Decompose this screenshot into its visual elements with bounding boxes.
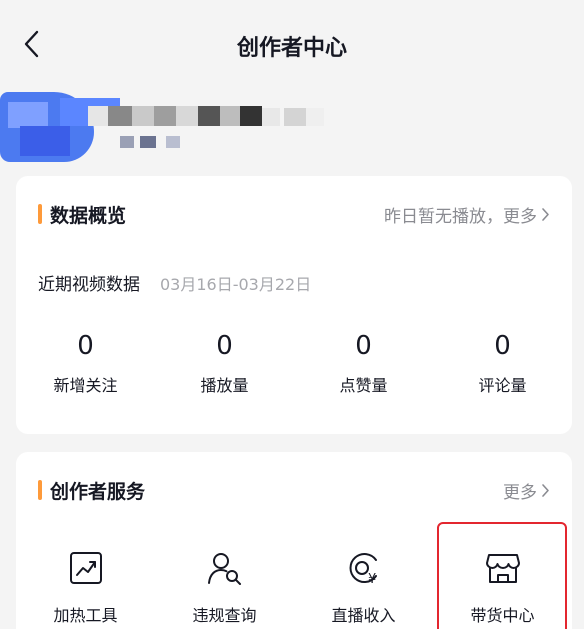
period-range: 03月16日-03月22日 bbox=[160, 275, 312, 294]
stat-label: 新增关注 bbox=[53, 376, 118, 395]
stat-label: 点赞量 bbox=[339, 376, 388, 395]
stat-value: 0 bbox=[216, 331, 233, 361]
creator-services-more-link[interactable]: 更多 bbox=[503, 478, 550, 503]
data-overview-title-text: 数据概览 bbox=[50, 204, 127, 227]
service-sales-center[interactable]: 带货中心 bbox=[433, 548, 572, 629]
service-boost-tool[interactable]: 加热工具 bbox=[16, 548, 155, 629]
service-label: 直播收入 bbox=[331, 606, 396, 625]
storefront-icon bbox=[485, 548, 521, 588]
stat-value: 0 bbox=[355, 331, 372, 361]
accent-bar bbox=[38, 204, 42, 224]
stat-value: 0 bbox=[77, 331, 94, 361]
accent-bar bbox=[38, 480, 42, 500]
stats-row: 0 新增关注 0 播放量 0 点赞量 0 评论量 bbox=[16, 328, 572, 396]
period-label: 近期视频数据 bbox=[38, 275, 140, 295]
nav-bar: 创作者中心 bbox=[0, 0, 584, 88]
creator-services-title: 创作者服务 bbox=[38, 477, 145, 504]
data-overview-more-link[interactable]: 昨日暂无播放，更多 bbox=[384, 202, 550, 227]
chevron-right-icon bbox=[541, 483, 550, 498]
chevron-right-icon bbox=[541, 207, 550, 222]
page-title: 创作者中心 bbox=[236, 36, 347, 61]
redacted-profile-info bbox=[0, 92, 584, 166]
yuan-coin-icon: ¥ bbox=[346, 548, 382, 588]
user-search-icon bbox=[207, 548, 243, 588]
period-row: 近期视频数据 03月16日-03月22日 bbox=[38, 270, 311, 295]
service-label: 带货中心 bbox=[470, 606, 535, 625]
trend-chart-icon bbox=[69, 548, 103, 588]
stat-comments[interactable]: 0 评论量 bbox=[433, 328, 572, 396]
service-violation-check[interactable]: 违规查询 bbox=[155, 548, 294, 629]
creator-services-card: 创作者服务 更多 加热工具 违规查询 ¥ 直播收入 带货中心 bbox=[16, 452, 572, 629]
stat-label: 评论量 bbox=[478, 376, 527, 395]
data-overview-more-text: 昨日暂无播放，更多 bbox=[384, 206, 537, 227]
svg-text:¥: ¥ bbox=[368, 572, 376, 586]
data-overview-card: 数据概览 昨日暂无播放，更多 近期视频数据 03月16日-03月22日 0 新增… bbox=[16, 176, 572, 434]
stat-value: 0 bbox=[494, 331, 511, 361]
creator-services-header: 创作者服务 更多 bbox=[38, 476, 550, 504]
creator-services-title-text: 创作者服务 bbox=[50, 480, 146, 503]
data-overview-header: 数据概览 昨日暂无播放，更多 bbox=[38, 200, 550, 228]
stat-plays[interactable]: 0 播放量 bbox=[155, 328, 294, 396]
stat-likes[interactable]: 0 点赞量 bbox=[294, 328, 433, 396]
service-label: 加热工具 bbox=[53, 606, 118, 625]
services-grid: 加热工具 违规查询 ¥ 直播收入 带货中心 bbox=[16, 548, 572, 629]
service-live-income[interactable]: ¥ 直播收入 bbox=[294, 548, 433, 629]
data-overview-title: 数据概览 bbox=[38, 201, 126, 228]
creator-services-more-text: 更多 bbox=[503, 482, 537, 503]
stat-label: 播放量 bbox=[200, 376, 249, 395]
stat-new-followers[interactable]: 0 新增关注 bbox=[16, 328, 155, 396]
service-label: 违规查询 bbox=[192, 606, 257, 625]
